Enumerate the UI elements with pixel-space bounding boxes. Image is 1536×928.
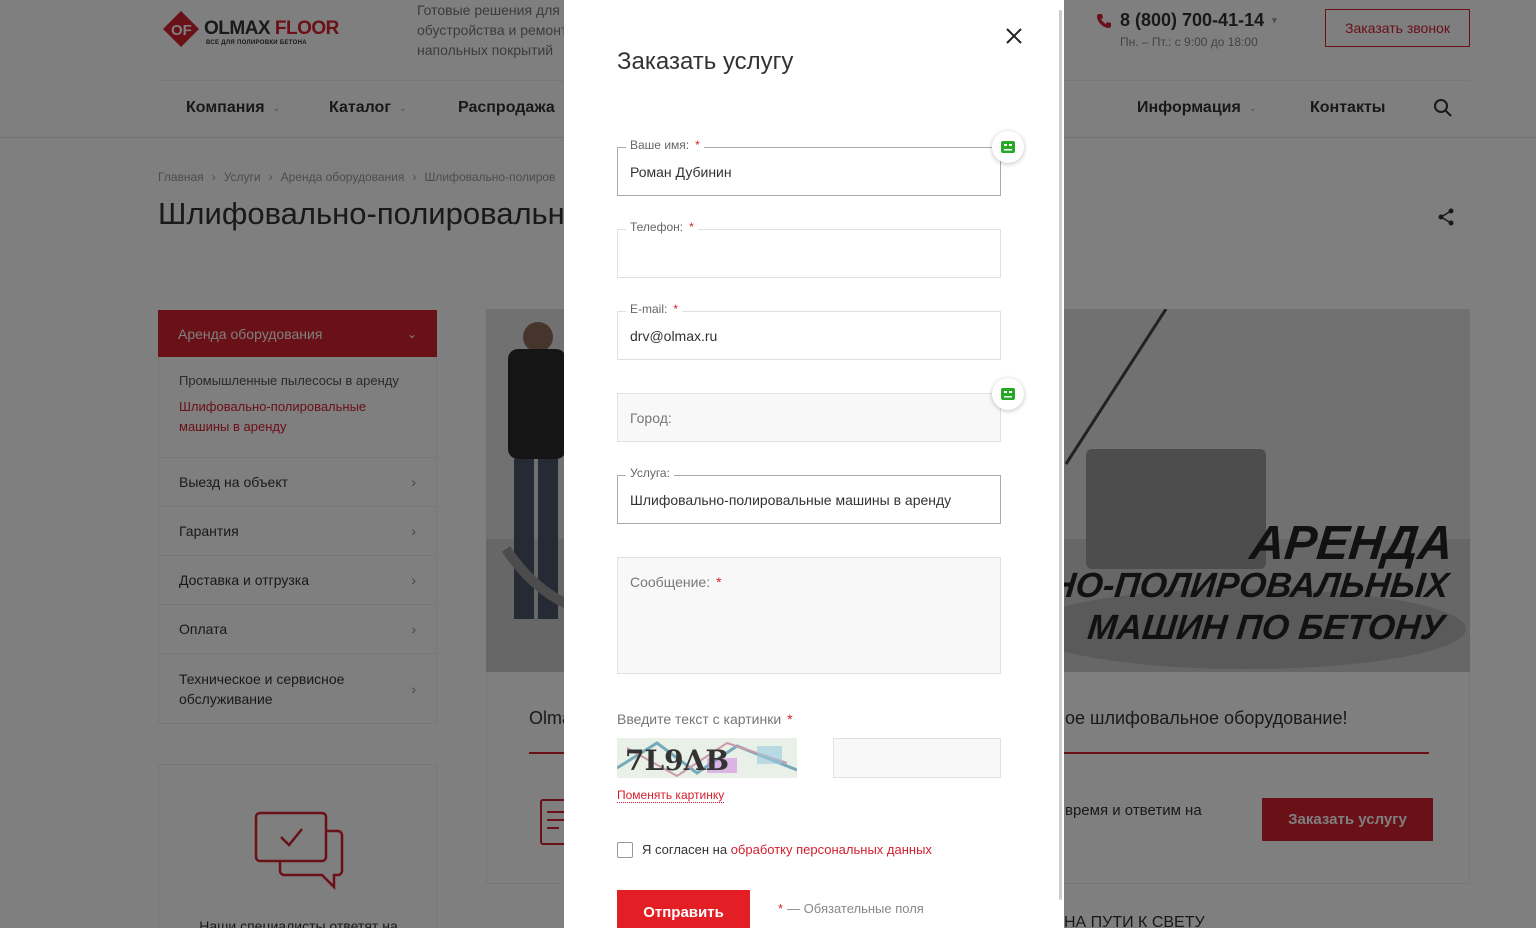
service-field-label: Услуга: [626, 466, 674, 480]
captcha-image: 7L9ΛB [617, 738, 797, 778]
label-text: Телефон: [630, 220, 684, 234]
name-field[interactable]: Ваше имя: * Роман Дубинин [617, 138, 1001, 196]
placeholder-text: Сообщение: [630, 574, 711, 590]
city-field[interactable]: Город: [617, 393, 1001, 442]
captcha-input[interactable] [833, 738, 1001, 778]
label-text: Услуга: [630, 466, 670, 480]
consent-checkbox[interactable] [617, 842, 633, 858]
required-fields-note: * — Обязательные поля [778, 901, 924, 916]
service-field[interactable]: Услуга: Шлифовально-полировальные машины… [617, 466, 1001, 524]
privacy-policy-link[interactable]: обработку персональных данных [731, 842, 932, 857]
email-field[interactable]: E-mail: * drv@olmax.ru [617, 302, 1001, 360]
required-note-text: — Обязательные поля [787, 901, 924, 916]
label-text: E-mail: [630, 302, 668, 316]
captcha-text: 7L9ΛB [625, 744, 729, 777]
captcha-label-text: Введите текст с картинки [617, 711, 782, 727]
label-text: Ваше имя: [630, 138, 690, 152]
message-field[interactable]: Сообщение: * [617, 557, 1001, 674]
page: OF OLMAX FLOOR ВСЕ ДЛЯ ПОЛИРОВКИ БЕТОНА … [0, 0, 1536, 928]
email-field-value: drv@olmax.ru [630, 328, 718, 344]
email-field-label: E-mail: * [626, 302, 683, 316]
service-field-value: Шлифовально-полировальные машины в аренд… [630, 492, 952, 508]
phone-field-label: Телефон: * [626, 220, 698, 234]
required-mark: * [778, 901, 784, 916]
change-captcha-link[interactable]: Поменять картинку [617, 788, 725, 803]
order-service-modal: Заказать услугу Ваше имя: * Роман Дубинин… [564, 0, 1064, 928]
autofill-badge-icon[interactable] [992, 378, 1024, 410]
required-mark: * [695, 138, 700, 152]
message-placeholder: Сообщение: * [630, 574, 722, 590]
required-mark: * [787, 711, 793, 727]
captcha-label: Введите текст с картинки * [617, 711, 793, 727]
submit-button[interactable]: Отправить [617, 890, 750, 928]
modal-scrollbar[interactable] [1059, 10, 1062, 900]
city-placeholder: Город: [630, 410, 672, 426]
required-mark: * [673, 302, 679, 316]
modal-title: Заказать услугу [617, 48, 794, 75]
name-field-value: Роман Дубинин [630, 164, 732, 180]
required-mark: * [716, 574, 722, 590]
consent-text: Я согласен на [642, 842, 731, 857]
consent-label: Я согласен на обработку персональных дан… [642, 842, 932, 857]
autofill-badge-icon[interactable] [992, 131, 1024, 163]
close-icon[interactable] [1000, 22, 1028, 50]
required-mark: * [689, 220, 694, 234]
name-field-label: Ваше имя: * [626, 138, 704, 152]
phone-field[interactable]: Телефон: * [617, 220, 1001, 278]
